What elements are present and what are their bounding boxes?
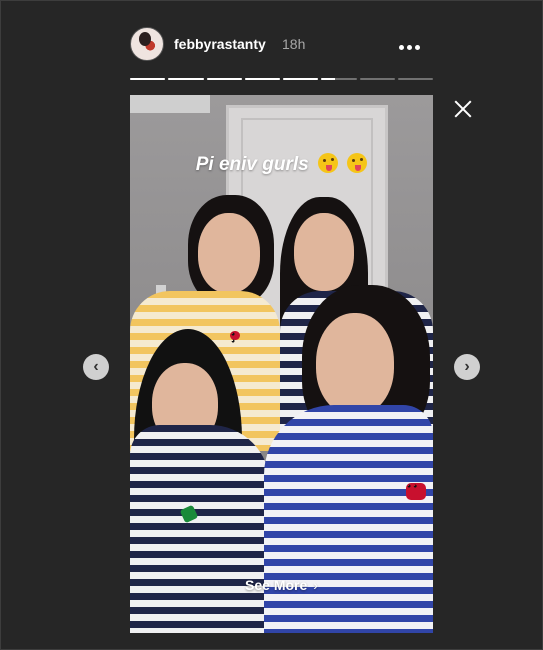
close-icon[interactable]: [452, 98, 474, 120]
chevron-right-icon: ›: [464, 358, 470, 375]
story-caption-text: Pi eniv gurls: [195, 154, 309, 175]
more-options-icon[interactable]: [399, 37, 423, 51]
story-progress-bar: [130, 78, 433, 81]
progress-segment: [206, 78, 242, 80]
story-photo-ac-unit: [130, 95, 210, 113]
story-header: febbyrastanty 18h: [130, 27, 433, 63]
profile-avatar[interactable]: [130, 27, 164, 61]
progress-segment: [359, 78, 395, 80]
zany-face-emoji-icon: [347, 153, 368, 173]
chevron-right-icon: ›: [313, 577, 318, 593]
progress-segment: [397, 78, 433, 80]
progress-segment: [321, 78, 357, 80]
story-caption: Pi eniv gurls: [130, 153, 433, 176]
username[interactable]: febbyrastanty: [174, 36, 266, 52]
see-more-link[interactable]: See More ›: [130, 577, 433, 593]
see-more-label: See More: [245, 577, 308, 593]
previous-story-button[interactable]: ‹: [83, 354, 109, 380]
progress-segment: [168, 78, 204, 80]
next-story-button[interactable]: ›: [454, 354, 480, 380]
zany-face-emoji-icon: [317, 153, 338, 173]
story-timestamp: 18h: [282, 36, 306, 52]
progress-segment: [130, 78, 166, 80]
chevron-left-icon: ‹: [93, 358, 99, 375]
story-media[interactable]: Pi eniv gurls See More ›: [130, 95, 433, 633]
progress-segment: [244, 78, 280, 80]
progress-segment: [283, 78, 319, 80]
